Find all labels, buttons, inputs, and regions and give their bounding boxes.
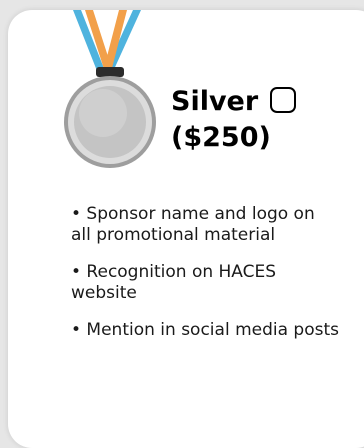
tier-price: ($250) bbox=[171, 122, 271, 153]
benefits-list: • Sponsor name and logo on all promotion… bbox=[71, 204, 339, 357]
select-tier-checkbox[interactable] bbox=[270, 87, 297, 113]
tier-name-line: Silver bbox=[171, 84, 297, 120]
silver-medal-icon bbox=[64, 10, 156, 168]
tier-title: Silver ($250) bbox=[171, 84, 297, 156]
benefit-item: • Recognition on HACES website bbox=[71, 262, 277, 303]
sponsorship-card: Silver ($250) • Sponsor name and logo on… bbox=[8, 10, 364, 448]
tier-name: Silver bbox=[171, 86, 259, 117]
benefit-item: • Sponsor name and logo on all promotion… bbox=[71, 204, 315, 245]
benefit-item: • Mention in social media posts bbox=[71, 320, 339, 340]
